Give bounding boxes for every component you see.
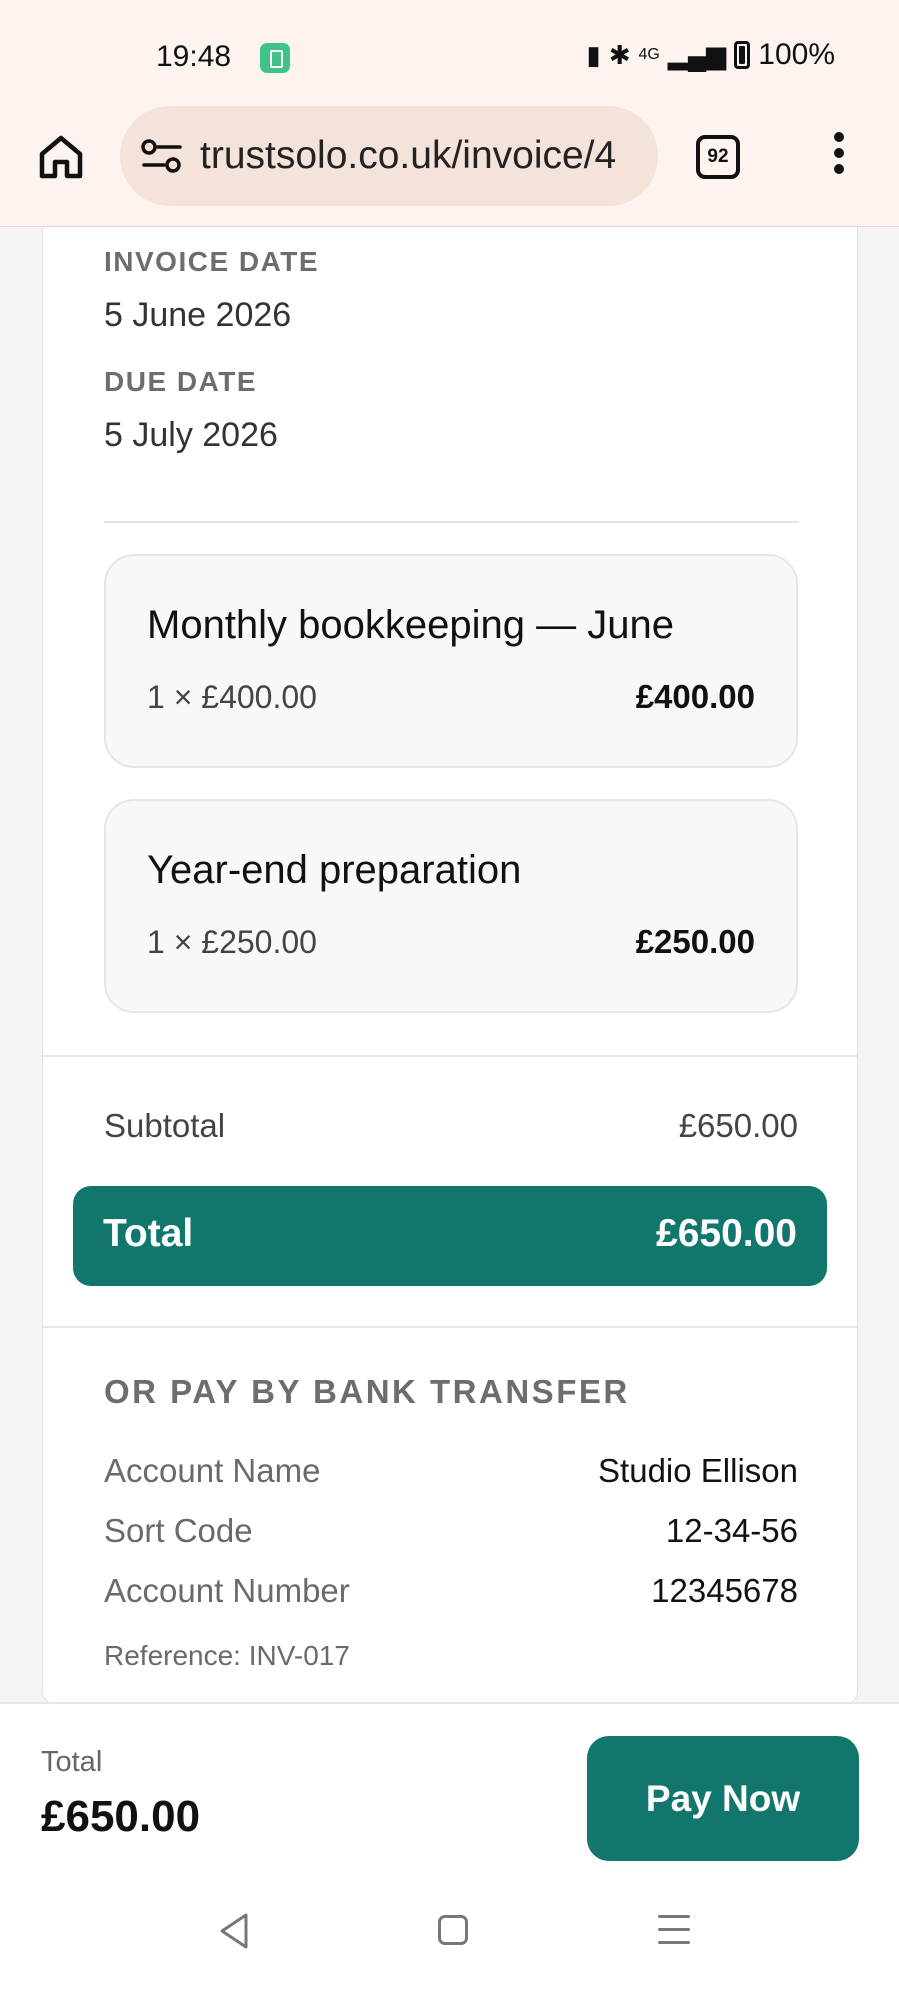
bluetooth-icon: ✱ — [608, 39, 631, 70]
line-item-description: Monthly bookkeeping — June — [147, 603, 674, 647]
pay-bar: Total £650.00 Pay Now — [0, 1702, 899, 1867]
total-value: £650.00 — [656, 1212, 797, 1255]
section-divider — [43, 1326, 857, 1328]
back-icon[interactable] — [214, 1909, 254, 1953]
more-options-icon[interactable] — [830, 132, 848, 182]
divider — [104, 521, 798, 523]
due-date-label: DUE DATE — [104, 366, 258, 397]
status-time: 19:48 — [156, 40, 232, 73]
sort-code-value: 12-34-56 — [665, 1512, 798, 1549]
app-notification-icon — [260, 43, 290, 73]
url-bar[interactable]: trustsolo.co.uk/invoice/4 — [120, 106, 658, 206]
invoice-date-label: INVOICE DATE — [104, 246, 320, 277]
sort-code-label: Sort Code — [104, 1512, 253, 1549]
home-icon[interactable] — [36, 132, 86, 182]
line-item: Monthly bookkeeping — June 1 × £400.00 £… — [104, 554, 798, 768]
invoice-date-value: 5 June 2026 — [104, 296, 292, 334]
pay-bar-total-value: £650.00 — [41, 1792, 201, 1841]
account-name-value: Studio Ellison — [598, 1452, 798, 1489]
subtotal-label: Subtotal — [104, 1107, 226, 1144]
status-bar: 19:48 ▮ ✱ 4G ▂▄▆ 100% — [0, 0, 899, 102]
payment-reference: Reference: INV-017 — [104, 1640, 350, 1671]
url-fade — [628, 106, 658, 206]
line-item-amount: £400.00 — [635, 678, 755, 715]
pay-now-button[interactable]: Pay Now — [587, 1736, 859, 1861]
total-bar: Total £650.00 — [73, 1186, 827, 1286]
line-item-description: Year-end preparation — [147, 848, 522, 892]
line-item-quantity: 1 × £400.00 — [147, 679, 317, 715]
battery-icon — [734, 41, 751, 69]
url-text[interactable]: trustsolo.co.uk/invoice/4 — [200, 134, 616, 178]
browser-toolbar: trustsolo.co.uk/invoice/4 92 — [0, 102, 899, 227]
account-number-label: Account Number — [104, 1572, 350, 1609]
site-settings-icon[interactable] — [140, 138, 184, 174]
system-nav-bar — [0, 1867, 899, 2000]
status-icons: ▮ ✱ 4G ▂▄▆ 100% — [586, 38, 835, 72]
account-number-value: 12345678 — [651, 1572, 798, 1609]
subtotal-value: £650.00 — [678, 1107, 798, 1144]
line-item-amount: £250.00 — [635, 923, 755, 960]
signal-icon: 4G — [638, 46, 660, 63]
account-name-label: Account Name — [104, 1452, 321, 1489]
bank-transfer-heading: OR PAY BY BANK TRANSFER — [104, 1373, 630, 1410]
recents-icon[interactable] — [658, 1915, 690, 1947]
total-label: Total — [103, 1212, 194, 1255]
battery-percent: 100% — [758, 38, 835, 71]
signal-bars-icon: ▂▄▆ — [667, 39, 727, 70]
pay-bar-total-label: Total — [41, 1746, 103, 1778]
tab-switcher-button[interactable]: 92 — [696, 135, 740, 179]
due-date-value: 5 July 2026 — [104, 416, 278, 454]
nfc-icon: ▮ — [586, 39, 601, 70]
line-item-quantity: 1 × £250.00 — [147, 924, 317, 960]
invoice-card: INVOICE DATE 5 June 2026 DUE DATE 5 July… — [42, 227, 858, 1705]
section-divider — [43, 1055, 857, 1057]
home-nav-icon[interactable] — [438, 1915, 468, 1945]
line-item: Year-end preparation 1 × £250.00 £250.00 — [104, 799, 798, 1013]
